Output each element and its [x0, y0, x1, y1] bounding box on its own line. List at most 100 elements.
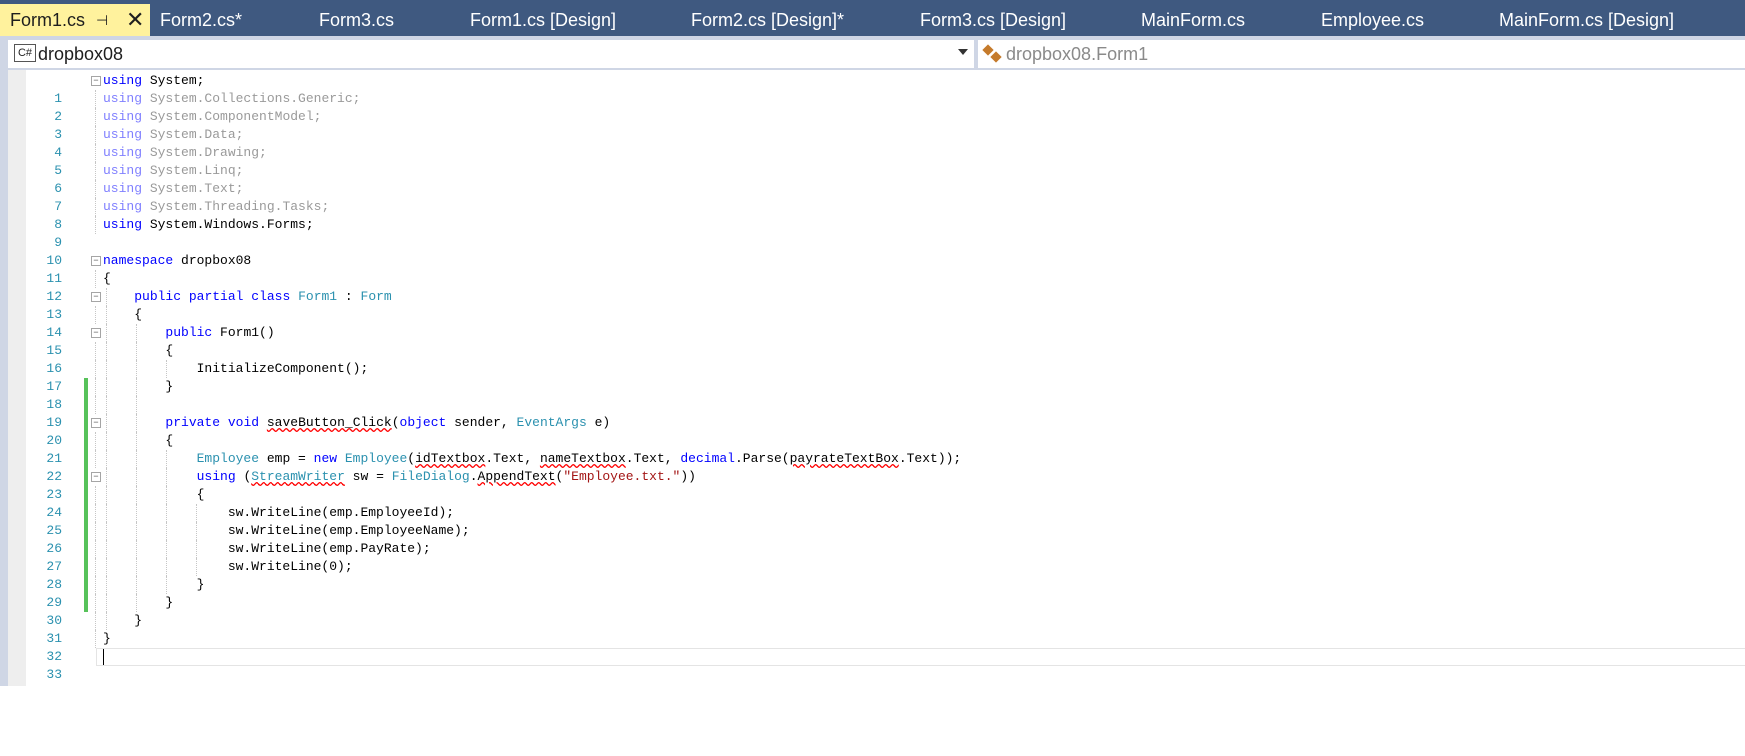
code-text: { [103, 433, 174, 448]
code-line-18[interactable]: 18 } [26, 378, 1745, 412]
code-line-25[interactable]: 25 sw.WriteLine(emp.EmployeeId); [26, 504, 1745, 538]
code-text: { [103, 307, 143, 322]
change-marker [84, 576, 88, 594]
code-line-19[interactable]: 19 [26, 396, 1745, 430]
collapse-icon[interactable]: − [91, 256, 101, 266]
tab-form2-cs[interactable]: Form2.cs* [160, 4, 242, 36]
code-text: public partial class Form1 : Form [134, 289, 392, 304]
code-line-23[interactable]: 23 − using (StreamWriter sw = FileDialog… [26, 468, 1745, 502]
change-marker [84, 540, 88, 558]
code-text: using (StreamWriter sw = FileDialog.Appe… [196, 469, 696, 484]
change-marker [84, 450, 88, 468]
class-icon [982, 44, 1002, 63]
code-text: using System.Data; [103, 127, 244, 142]
code-line-30[interactable]: 30 } [26, 594, 1745, 628]
code-line-10[interactable]: 10 [26, 234, 1745, 268]
tab-form1-design[interactable]: Form1.cs [Design] [470, 4, 616, 36]
code-line-20[interactable]: 20 − private void saveButton_Click(objec… [26, 414, 1745, 448]
indicator-margin [8, 70, 26, 686]
change-marker [84, 558, 88, 576]
project-name: dropbox08 [38, 44, 124, 64]
code-text: } [103, 631, 111, 646]
code-line-8[interactable]: 8 using System.Threading.Tasks; [26, 198, 1745, 232]
collapse-icon[interactable]: − [91, 472, 101, 482]
line-number: 33 [46, 667, 62, 682]
change-marker [84, 378, 88, 396]
csharp-project-icon: C# [14, 44, 36, 62]
change-marker [84, 486, 88, 504]
tab-form3-design[interactable]: Form3.cs [Design] [920, 4, 1066, 36]
chevron-down-icon[interactable] [958, 49, 968, 55]
code-line-1[interactable]: 1 − using System; [26, 72, 1745, 106]
code-line-31[interactable]: 31 } [26, 612, 1745, 646]
close-icon[interactable]: ✕ [126, 4, 144, 36]
change-marker [84, 396, 88, 414]
tab-form2-design[interactable]: Form2.cs [Design]* [691, 4, 844, 36]
code-line-12[interactable]: 12 { [26, 270, 1745, 304]
tab-form1-cs[interactable]: Form1.cs ⊣ ✕ [0, 4, 150, 36]
code-line-27[interactable]: 27 sw.WriteLine(emp.PayRate); [26, 540, 1745, 574]
code-text: } [103, 595, 174, 610]
code-line-16[interactable]: 16 { [26, 342, 1745, 376]
tab-mainform-design[interactable]: MainForm.cs [Design] [1499, 4, 1674, 36]
code-line-5[interactable]: 5 using System.Drawing; [26, 144, 1745, 178]
current-line-highlight [96, 648, 1745, 666]
code-line-32[interactable]: 32 } [26, 630, 1745, 664]
code-line-13[interactable]: 13 − public partial class Form1 : Form [26, 288, 1745, 322]
code-line-21[interactable]: 21 { [26, 432, 1745, 466]
project-dropdown[interactable]: C# dropbox08 [8, 40, 974, 68]
tab-label: MainForm.cs [Design] [1499, 10, 1675, 30]
code-line-14[interactable]: 14 { [26, 306, 1745, 340]
code-line-22[interactable]: 22 Employee emp = new Employee(idTextbox… [26, 450, 1745, 484]
code-text: namespace dropbox08 [103, 253, 252, 268]
code-text: { [103, 271, 111, 286]
code-line-11[interactable]: 11 − namespace dropbox08 [26, 252, 1745, 286]
pin-icon[interactable]: ⊣ [96, 4, 108, 36]
tab-form3-cs[interactable]: Form3.cs [319, 4, 394, 36]
code-line-6[interactable]: 6 using System.Linq; [26, 162, 1745, 196]
code-line-9[interactable]: 9 using System.Windows.Forms; [26, 216, 1745, 250]
code-line-24[interactable]: 24 { [26, 486, 1745, 520]
collapse-icon[interactable]: − [91, 328, 101, 338]
code-text: sw.WriteLine(0); [103, 559, 353, 574]
code-text: InitializeComponent(); [103, 361, 369, 376]
change-marker [84, 468, 88, 486]
tab-label: Form1.cs [Design] [470, 10, 617, 30]
code-lines[interactable]: 1 − using System; 2 using System.Collect… [26, 72, 1745, 682]
code-line-28[interactable]: 28 sw.WriteLine(0); [26, 558, 1745, 592]
tab-mainform-cs[interactable]: MainForm.cs [1141, 4, 1245, 36]
code-text: Employee emp = new Employee(idTextbox.Te… [196, 451, 962, 466]
change-marker [84, 594, 88, 612]
code-line-4[interactable]: 4 using System.Data; [26, 126, 1745, 160]
type-dropdown[interactable]: dropbox08.Form1 [978, 40, 1745, 68]
code-line-17[interactable]: 17 InitializeComponent(); [26, 360, 1745, 394]
code-line-15[interactable]: 15 − public Form1() [26, 324, 1745, 358]
code-text: private void saveButton_Click(object sen… [165, 415, 611, 430]
code-text: using System.Linq; [103, 163, 244, 178]
code-line-2[interactable]: 2 using System.Collections.Generic; [26, 90, 1745, 124]
code-line-29[interactable]: 29 } [26, 576, 1745, 610]
code-text: using System.Windows.Forms; [103, 217, 314, 232]
code-editor[interactable]: 1 − using System; 2 using System.Collect… [0, 70, 1745, 686]
navigation-bar: C# dropbox08 dropbox08.Form1 [0, 36, 1745, 70]
collapse-icon[interactable]: − [91, 76, 101, 86]
tab-label: Form3.cs [Design] [920, 10, 1067, 30]
change-marker [84, 522, 88, 540]
code-text: { [103, 487, 205, 502]
collapse-icon[interactable]: − [91, 418, 101, 428]
code-line-26[interactable]: 26 sw.WriteLine(emp.EmployeeName); [26, 522, 1745, 556]
change-marker [84, 504, 88, 522]
tab-employee-cs[interactable]: Employee.cs [1321, 4, 1424, 36]
code-line-3[interactable]: 3 using System.ComponentModel; [26, 108, 1745, 142]
code-text: using System.Threading.Tasks; [103, 199, 330, 214]
code-line-33[interactable]: 33 [26, 648, 1745, 682]
code-line-7[interactable]: 7 using System.Text; [26, 180, 1745, 214]
code-text: using System; [103, 73, 205, 88]
code-text: } [103, 613, 143, 628]
collapse-icon[interactable]: − [91, 292, 101, 302]
tab-label: Form3.cs [319, 10, 395, 30]
code-text: using System.Drawing; [103, 145, 267, 160]
tab-label: Form2.cs* [160, 10, 243, 30]
change-marker [84, 432, 88, 450]
code-text: using System.Collections.Generic; [103, 91, 361, 106]
